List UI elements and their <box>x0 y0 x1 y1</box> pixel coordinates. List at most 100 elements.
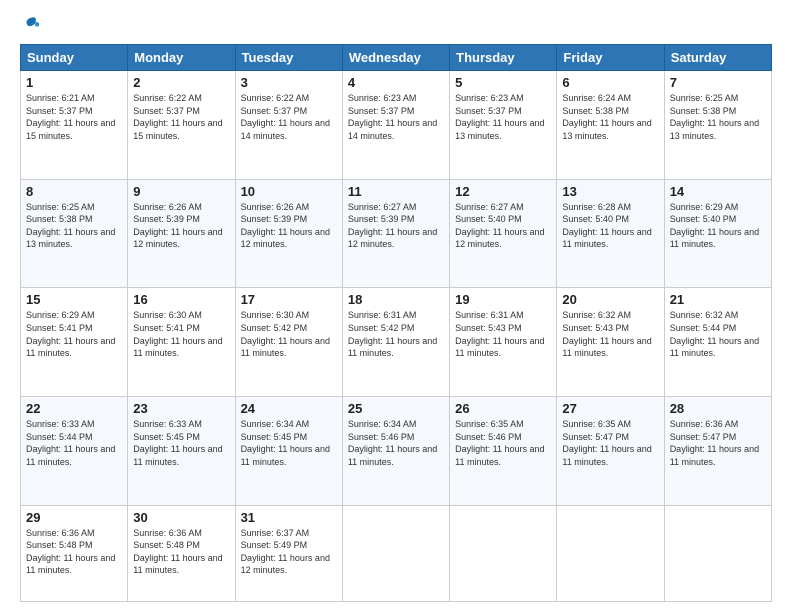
cell-info: Sunrise: 6:30 AMSunset: 5:42 PMDaylight:… <box>241 309 337 359</box>
table-row: 22 Sunrise: 6:33 AMSunset: 5:44 PMDayligh… <box>21 396 128 505</box>
day-number: 16 <box>133 292 229 307</box>
cell-info: Sunrise: 6:27 AMSunset: 5:40 PMDaylight:… <box>455 201 551 251</box>
table-row: 30 Sunrise: 6:36 AMSunset: 5:48 PMDayligh… <box>128 505 235 601</box>
table-row: 4 Sunrise: 6:23 AMSunset: 5:37 PMDaylight… <box>342 71 449 180</box>
cell-info: Sunrise: 6:30 AMSunset: 5:41 PMDaylight:… <box>133 309 229 359</box>
cell-info: Sunrise: 6:23 AMSunset: 5:37 PMDaylight:… <box>455 92 551 142</box>
day-number: 30 <box>133 510 229 525</box>
day-number: 26 <box>455 401 551 416</box>
table-row <box>450 505 557 601</box>
day-number: 14 <box>670 184 766 199</box>
table-row: 20 Sunrise: 6:32 AMSunset: 5:43 PMDayligh… <box>557 288 664 397</box>
day-number: 9 <box>133 184 229 199</box>
table-row: 13 Sunrise: 6:28 AMSunset: 5:40 PMDayligh… <box>557 179 664 288</box>
cell-info: Sunrise: 6:33 AMSunset: 5:45 PMDaylight:… <box>133 418 229 468</box>
day-number: 6 <box>562 75 658 90</box>
day-number: 5 <box>455 75 551 90</box>
calendar-header-row: Sunday Monday Tuesday Wednesday Thursday… <box>21 45 772 71</box>
table-row: 24 Sunrise: 6:34 AMSunset: 5:45 PMDayligh… <box>235 396 342 505</box>
cell-info: Sunrise: 6:36 AMSunset: 5:48 PMDaylight:… <box>133 527 229 577</box>
col-friday: Friday <box>557 45 664 71</box>
table-row <box>342 505 449 601</box>
day-number: 19 <box>455 292 551 307</box>
table-row: 5 Sunrise: 6:23 AMSunset: 5:37 PMDaylight… <box>450 71 557 180</box>
cell-info: Sunrise: 6:27 AMSunset: 5:39 PMDaylight:… <box>348 201 444 251</box>
day-number: 3 <box>241 75 337 90</box>
day-number: 8 <box>26 184 122 199</box>
table-row: 15 Sunrise: 6:29 AMSunset: 5:41 PMDayligh… <box>21 288 128 397</box>
cell-info: Sunrise: 6:32 AMSunset: 5:43 PMDaylight:… <box>562 309 658 359</box>
day-number: 18 <box>348 292 444 307</box>
col-wednesday: Wednesday <box>342 45 449 71</box>
table-row: 26Sunrise: 6:35 AMSunset: 5:46 PMDayligh… <box>450 396 557 505</box>
cell-info: Sunrise: 6:34 AMSunset: 5:45 PMDaylight:… <box>241 418 337 468</box>
cell-info: Sunrise: 6:24 AMSunset: 5:38 PMDaylight:… <box>562 92 658 142</box>
table-row: 9 Sunrise: 6:26 AMSunset: 5:39 PMDaylight… <box>128 179 235 288</box>
table-row: 28 Sunrise: 6:36 AMSunset: 5:47 PMDayligh… <box>664 396 771 505</box>
col-sunday: Sunday <box>21 45 128 71</box>
table-row: 19 Sunrise: 6:31 AMSunset: 5:43 PMDayligh… <box>450 288 557 397</box>
cell-info: Sunrise: 6:29 AMSunset: 5:41 PMDaylight:… <box>26 309 122 359</box>
cell-info: Sunrise: 6:22 AMSunset: 5:37 PMDaylight:… <box>241 92 337 142</box>
day-number: 29 <box>26 510 122 525</box>
day-number: 28 <box>670 401 766 416</box>
table-row: 2 Sunrise: 6:22 AMSunset: 5:37 PMDaylight… <box>128 71 235 180</box>
col-saturday: Saturday <box>664 45 771 71</box>
cell-info: Sunrise: 6:31 AMSunset: 5:43 PMDaylight:… <box>455 309 551 359</box>
cell-info: Sunrise: 6:22 AMSunset: 5:37 PMDaylight:… <box>133 92 229 142</box>
table-row: 27Sunrise: 6:35 AMSunset: 5:47 PMDayligh… <box>557 396 664 505</box>
logo-bird-icon <box>22 16 42 36</box>
day-number: 21 <box>670 292 766 307</box>
day-number: 11 <box>348 184 444 199</box>
cell-info: Sunrise: 6:21 AMSunset: 5:37 PMDaylight:… <box>26 92 122 142</box>
cell-info: Sunrise: 6:35 AMSunset: 5:47 PMDaylight:… <box>562 418 658 468</box>
table-row: 31 Sunrise: 6:37 AMSunset: 5:49 PMDayligh… <box>235 505 342 601</box>
table-row: 29 Sunrise: 6:36 AMSunset: 5:48 PMDayligh… <box>21 505 128 601</box>
table-row: 12 Sunrise: 6:27 AMSunset: 5:40 PMDayligh… <box>450 179 557 288</box>
day-number: 23 <box>133 401 229 416</box>
day-number: 13 <box>562 184 658 199</box>
day-number: 25 <box>348 401 444 416</box>
table-row: 1 Sunrise: 6:21 AMSunset: 5:37 PMDaylight… <box>21 71 128 180</box>
table-row: 16 Sunrise: 6:30 AMSunset: 5:41 PMDayligh… <box>128 288 235 397</box>
col-tuesday: Tuesday <box>235 45 342 71</box>
table-row <box>664 505 771 601</box>
day-number: 17 <box>241 292 337 307</box>
day-number: 24 <box>241 401 337 416</box>
cell-info: Sunrise: 6:36 AMSunset: 5:47 PMDaylight:… <box>670 418 766 468</box>
day-number: 20 <box>562 292 658 307</box>
day-number: 4 <box>348 75 444 90</box>
table-row: 25 Sunrise: 6:34 AMSunset: 5:46 PMDayligh… <box>342 396 449 505</box>
cell-info: Sunrise: 6:26 AMSunset: 5:39 PMDaylight:… <box>133 201 229 251</box>
table-row: 18 Sunrise: 6:31 AMSunset: 5:42 PMDayligh… <box>342 288 449 397</box>
table-row: 7 Sunrise: 6:25 AMSunset: 5:38 PMDaylight… <box>664 71 771 180</box>
cell-info: Sunrise: 6:28 AMSunset: 5:40 PMDaylight:… <box>562 201 658 251</box>
day-number: 12 <box>455 184 551 199</box>
cell-info: Sunrise: 6:29 AMSunset: 5:40 PMDaylight:… <box>670 201 766 251</box>
table-row: 23 Sunrise: 6:33 AMSunset: 5:45 PMDayligh… <box>128 396 235 505</box>
table-row: 3 Sunrise: 6:22 AMSunset: 5:37 PMDaylight… <box>235 71 342 180</box>
day-number: 1 <box>26 75 122 90</box>
day-number: 31 <box>241 510 337 525</box>
day-number: 22 <box>26 401 122 416</box>
cell-info: Sunrise: 6:31 AMSunset: 5:42 PMDaylight:… <box>348 309 444 359</box>
logo <box>20 16 42 36</box>
cell-info: Sunrise: 6:36 AMSunset: 5:48 PMDaylight:… <box>26 527 122 577</box>
table-row: 17 Sunrise: 6:30 AMSunset: 5:42 PMDayligh… <box>235 288 342 397</box>
day-number: 15 <box>26 292 122 307</box>
cell-info: Sunrise: 6:37 AMSunset: 5:49 PMDaylight:… <box>241 527 337 577</box>
col-monday: Monday <box>128 45 235 71</box>
table-row: 6 Sunrise: 6:24 AMSunset: 5:38 PMDaylight… <box>557 71 664 180</box>
table-row: 10Sunrise: 6:26 AMSunset: 5:39 PMDayligh… <box>235 179 342 288</box>
table-row: 14 Sunrise: 6:29 AMSunset: 5:40 PMDayligh… <box>664 179 771 288</box>
header <box>20 16 772 36</box>
day-number: 2 <box>133 75 229 90</box>
page: Sunday Monday Tuesday Wednesday Thursday… <box>0 0 792 612</box>
cell-info: Sunrise: 6:23 AMSunset: 5:37 PMDaylight:… <box>348 92 444 142</box>
col-thursday: Thursday <box>450 45 557 71</box>
cell-info: Sunrise: 6:25 AMSunset: 5:38 PMDaylight:… <box>670 92 766 142</box>
cell-info: Sunrise: 6:34 AMSunset: 5:46 PMDaylight:… <box>348 418 444 468</box>
table-row: 21Sunrise: 6:32 AMSunset: 5:44 PMDayligh… <box>664 288 771 397</box>
day-number: 7 <box>670 75 766 90</box>
cell-info: Sunrise: 6:33 AMSunset: 5:44 PMDaylight:… <box>26 418 122 468</box>
